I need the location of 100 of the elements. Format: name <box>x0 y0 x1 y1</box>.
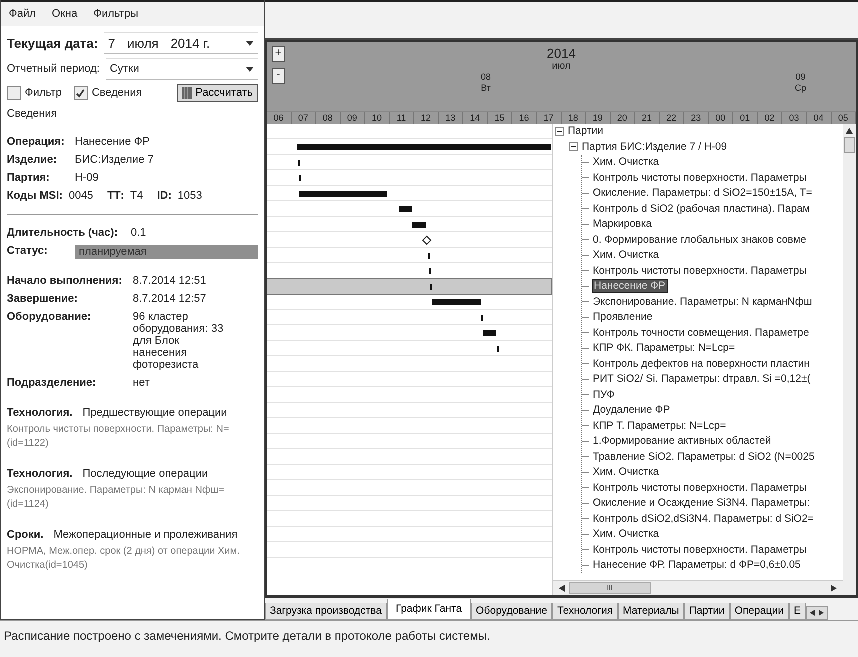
hour-label: 14 <box>463 112 488 124</box>
tree-item[interactable]: Нанесение ФР. Параметры: d ФР=0,6±0.05 <box>592 559 802 572</box>
field-label: Партия: <box>7 172 51 184</box>
section-title: Технология. <box>7 468 73 480</box>
field-value: 1053 <box>178 190 202 202</box>
tree-item[interactable]: Хим. Очистка <box>592 466 660 478</box>
tree-item[interactable]: 1.Формирование активных областей <box>592 435 772 448</box>
tree-item[interactable]: Контроль дефектов на поверхности пластин <box>592 358 811 370</box>
menu-item[interactable]: Окна <box>52 8 78 20</box>
tree-item[interactable]: Партии <box>567 125 605 138</box>
tree-item[interactable]: Нанесение ФР <box>592 279 668 294</box>
caret-icon <box>246 40 254 46</box>
tree-item[interactable]: Хим. Очистка <box>592 249 660 262</box>
tree-item[interactable]: Хим. Очистка <box>592 528 660 540</box>
field-value: 0.1 <box>131 227 148 239</box>
hour-label: 12 <box>414 112 439 124</box>
weekday-label: Ср <box>795 82 807 94</box>
menu-item[interactable]: Фильтры <box>94 8 138 20</box>
weekday-label: Вт <box>481 82 491 94</box>
tree-item[interactable]: ПУФ <box>592 388 616 401</box>
scroll-thumb[interactable] <box>844 136 855 153</box>
day-label: 09 <box>796 72 806 82</box>
scroll-up-icon[interactable] <box>846 128 853 134</box>
tree-item[interactable]: Контроль чистоты поверхности. Параметры <box>592 544 808 556</box>
hour-label: 18 <box>562 112 586 124</box>
hour-label: 20 <box>610 112 636 124</box>
field-value: 96 кластер оборудования: 33 для Блок нанесения фоторезиста <box>133 311 225 371</box>
menu-item[interactable]: Файл <box>9 8 36 20</box>
tree-item[interactable]: Травление SiO2. Параметры: d SiO2 (N=0025 <box>592 450 816 463</box>
field-label: Завершение: <box>7 293 79 305</box>
field-value: Н-09 <box>75 172 100 184</box>
hour-label: 13 <box>438 112 464 124</box>
hour-label: 02 <box>758 112 782 124</box>
tree-item[interactable]: Хим. Очистка <box>592 156 660 168</box>
collapse-toggle[interactable] <box>555 126 564 136</box>
hour-label: 07 <box>292 112 316 124</box>
hour-label: 01 <box>733 112 758 124</box>
tab[interactable]: Оборудование <box>471 603 552 620</box>
zoom-out-button[interactable]: - <box>272 68 285 84</box>
status-value: планируемая <box>75 245 258 259</box>
tree-item[interactable]: КПР Т. Параметры: N=Lcp= <box>592 420 728 432</box>
tree-item[interactable]: РИТ SiO2/ Si. Параметры: dтравл. Si =0,12±( <box>592 373 812 386</box>
tab[interactable]: Материалы <box>618 603 684 620</box>
date-picker[interactable]: 7 июля 2014 г. <box>104 32 258 54</box>
hour-label: 04 <box>807 112 832 124</box>
tree-item[interactable]: Контроль чистоты поверхности. Параметры <box>592 264 808 277</box>
scroll-right-icon[interactable] <box>831 584 837 592</box>
tree-item[interactable]: Окисление и Осаждение Si3N4. Параметры: <box>592 497 812 510</box>
tree-item[interactable]: Контроль чистоты поверхности. Параметры <box>592 172 808 184</box>
tree-item[interactable]: Контроль d SiO2 (рабочая пластина). Парам <box>592 202 812 215</box>
field-label: Операция: <box>7 136 66 148</box>
checkbox[interactable] <box>7 86 21 100</box>
tree-item[interactable]: Партия БИС:Изделие 7 / Н-09 <box>581 140 728 153</box>
field-value: 8.7.2014 12:51 <box>133 275 208 287</box>
tab[interactable]: Е <box>788 603 806 620</box>
section-text: Экспонирование. Параметры: N карман Nфш= (id=1124) <box>7 484 226 511</box>
tab[interactable]: График Ганта <box>386 599 472 620</box>
tab[interactable]: Технология <box>552 603 618 620</box>
hour-label: 19 <box>586 112 611 124</box>
tree-item[interactable]: Контроль точности совмещения. Параметре <box>592 326 810 339</box>
field-label: Отчетный период: <box>7 63 100 75</box>
hour-label: 17 <box>537 112 562 124</box>
section-title: Сроки. <box>7 529 44 541</box>
vertical-scrollbar[interactable] <box>843 124 856 596</box>
tree-item[interactable]: Проявление <box>592 311 654 324</box>
tab-scroll-right-icon[interactable] <box>818 610 824 616</box>
hour-label: 21 <box>635 112 660 124</box>
field-value: нет <box>133 377 151 389</box>
section-title: Технология. <box>7 407 73 419</box>
checkbox-label: Сведения <box>92 87 142 99</box>
scroll-left-icon[interactable] <box>559 584 565 592</box>
checkbox[interactable] <box>74 86 88 100</box>
field-label: Длительность (час): <box>7 227 119 239</box>
collapse-toggle[interactable] <box>569 142 578 152</box>
tree-item[interactable]: Контроль dSiO2,dSi3N4. Параметры: d SiO2= <box>592 512 815 525</box>
tree-item[interactable]: Контроль чистоты поверхности. Параметры <box>592 482 808 494</box>
zoom-in-button[interactable]: + <box>272 46 285 62</box>
tab[interactable]: Партии <box>684 603 730 620</box>
field-label: Изделие: <box>7 154 58 166</box>
hour-label: 08 <box>316 112 341 124</box>
tree-item[interactable]: Доудаление ФР <box>592 404 672 416</box>
tab[interactable]: Загрузка производства <box>265 603 387 620</box>
field-value: БИС:Изделие 7 <box>75 154 155 166</box>
month-label: июл <box>552 60 571 72</box>
grid-icon <box>182 87 192 99</box>
field-label: ID: <box>157 190 172 202</box>
calculate-button[interactable]: Рассчитать <box>176 84 258 102</box>
tree-item[interactable]: Окисление. Параметры: d SiO2=150±15A, T= <box>592 187 814 200</box>
period-dropdown[interactable]: Сутки <box>106 58 258 80</box>
tree-item[interactable]: 0. Формирование глобальных знаков совме <box>592 234 808 246</box>
tree-item[interactable]: КПР ФК. Параметры: N=Lcp= <box>592 342 736 354</box>
tree-item[interactable]: Экспонирование. Параметры: N карманNфш <box>592 296 814 308</box>
field-value: Т4 <box>130 190 144 202</box>
hour-label: 03 <box>782 112 808 124</box>
section-subtitle: Межоперационные и пролеживания <box>54 529 238 541</box>
tree-item[interactable]: Маркировка <box>592 218 653 230</box>
day-label: 08 <box>481 72 492 82</box>
tab-scroll-left-icon[interactable] <box>810 610 815 616</box>
tab[interactable]: Операции <box>730 603 789 620</box>
hour-label: 00 <box>708 112 734 124</box>
